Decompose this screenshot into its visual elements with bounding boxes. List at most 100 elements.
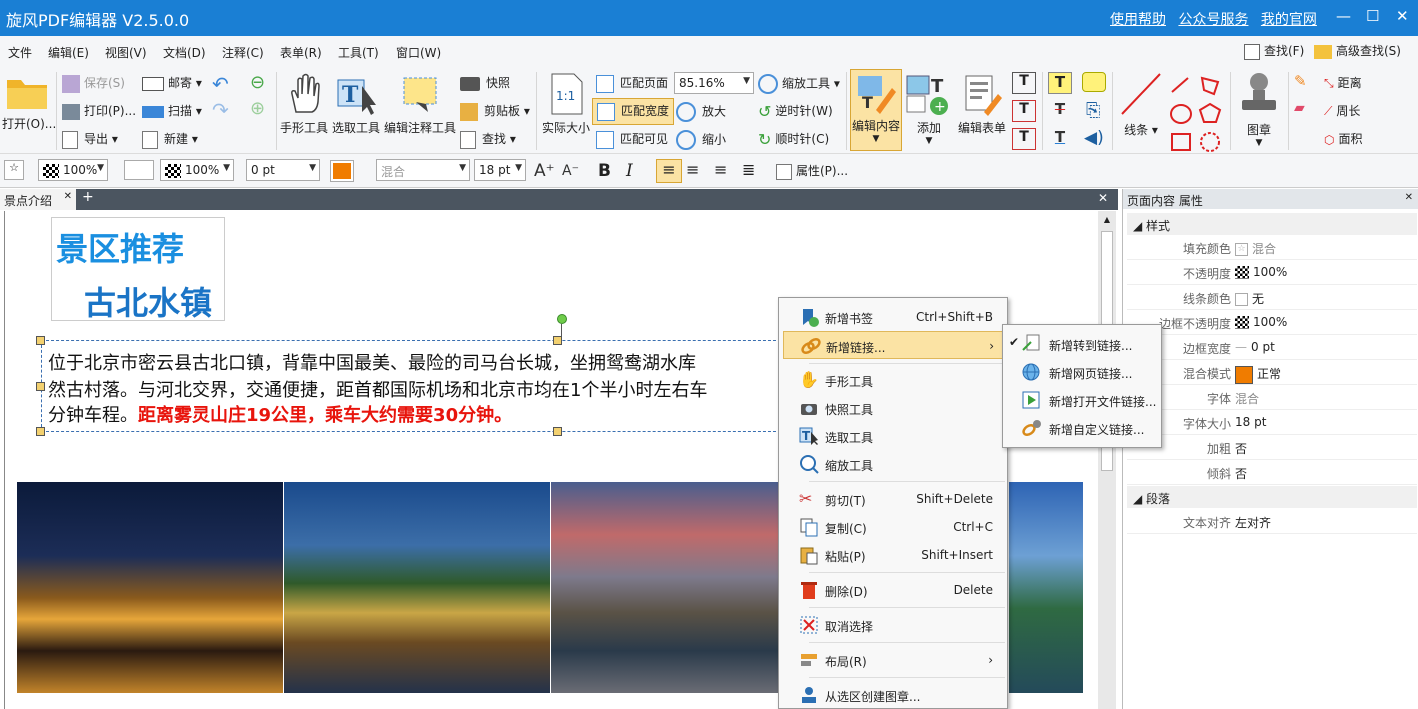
callout-tool[interactable]: T xyxy=(1012,128,1036,150)
redo-button[interactable]: ↷ xyxy=(212,98,229,122)
menu-edit[interactable]: 编辑(E) xyxy=(48,44,89,61)
lines-button[interactable]: 线条 ▾ xyxy=(1116,70,1166,138)
mail-button[interactable]: 邮寄 ▾ xyxy=(142,74,202,91)
prop-border-opacity[interactable]: 边框不透明度 100% xyxy=(1127,310,1417,335)
underline-tool[interactable]: T xyxy=(1048,128,1072,150)
prop-border-width[interactable]: 边框宽度 — 0 pt xyxy=(1127,335,1417,360)
fit-page-button[interactable]: 匹配页面 xyxy=(596,74,668,93)
line-color-picker[interactable] xyxy=(124,160,154,180)
attach-file-icon[interactable]: ⎘ xyxy=(1086,100,1100,121)
hand-tool-button[interactable]: 手形工具 xyxy=(278,72,330,136)
resize-handle[interactable] xyxy=(36,427,45,436)
fit-visible-button[interactable]: 匹配可见 xyxy=(596,130,668,149)
submenu-goto-link[interactable]: 新增转到链接... xyxy=(1003,330,1161,358)
annot-tool-button[interactable]: 编辑注释工具 xyxy=(384,72,456,136)
prop-font-size[interactable]: 字体大小 18 pt xyxy=(1127,410,1417,435)
note-icon[interactable] xyxy=(1082,72,1106,92)
star-icon[interactable]: ☆ xyxy=(4,160,24,180)
snapshot-button[interactable]: 快照 xyxy=(460,74,510,91)
distance-button[interactable]: ⤡ 距离 xyxy=(1324,74,1362,91)
menu-document[interactable]: 文档(D) xyxy=(163,44,206,61)
line-width-select[interactable]: 0 pt ▼ xyxy=(246,159,320,181)
close-document-icon[interactable]: ✕ xyxy=(1098,191,1108,205)
minimize-button[interactable]: — xyxy=(1336,7,1351,25)
menu-file[interactable]: 文件 xyxy=(8,44,32,61)
properties-button[interactable]: 属性(P)... xyxy=(776,162,848,180)
fill-opacity-select[interactable]: 100% ▼ xyxy=(38,159,108,181)
prop-fill-color[interactable]: 填充颜色 ☆ 混合 xyxy=(1127,235,1417,260)
resize-handle[interactable] xyxy=(553,427,562,436)
scan-button[interactable]: 扫描 ▾ xyxy=(142,102,202,119)
vertical-scrollbar[interactable]: ▲ xyxy=(1098,211,1116,709)
zoom-in-button[interactable]: 放大 xyxy=(676,102,726,122)
back-button[interactable]: ⊖ xyxy=(250,72,265,93)
find-button[interactable]: 查找(F) xyxy=(1244,42,1304,60)
help-link[interactable]: 使用帮助 xyxy=(1110,12,1166,28)
rotate-handle[interactable] xyxy=(557,314,567,324)
menu-item-cut[interactable]: ✂ 剪切(T) Shift+Delete xyxy=(779,485,1007,513)
print-button[interactable]: 打印(P)... xyxy=(62,102,136,120)
text-color-picker[interactable] xyxy=(330,160,354,182)
menu-item-layout[interactable]: 布局(R) › xyxy=(779,646,1007,674)
submenu-custom-link[interactable]: 新增自定义链接... xyxy=(1003,414,1161,442)
menu-view[interactable]: 视图(V) xyxy=(105,44,147,61)
arrow-icon[interactable] xyxy=(1171,77,1189,93)
menu-item-snapshot-tool[interactable]: 快照工具 xyxy=(779,394,1007,422)
prop-opacity[interactable]: 不透明度 100% xyxy=(1127,260,1417,285)
wechat-link[interactable]: 公众号服务 xyxy=(1178,12,1248,28)
align-right-icon[interactable]: ≡ xyxy=(714,160,727,179)
menu-item-create-stamp[interactable]: 从选区创建图章... xyxy=(779,681,1007,709)
menu-item-delete[interactable]: 删除(D) Delete xyxy=(779,576,1007,604)
zoom-out-button[interactable]: 缩小 xyxy=(676,130,726,150)
edit-content-button[interactable]: T 编辑内容 ▼ xyxy=(850,69,902,151)
polygon-icon[interactable] xyxy=(1198,102,1222,123)
align-center-icon[interactable]: ≡ xyxy=(686,160,699,179)
line-opacity-select[interactable]: 100% ▼ xyxy=(160,159,234,181)
close-icon[interactable]: ✕ xyxy=(64,191,72,202)
resize-handle[interactable] xyxy=(553,336,562,345)
menu-item-paste[interactable]: 粘贴(P) Shift+Insert xyxy=(779,541,1007,569)
polygon-line-icon[interactable] xyxy=(1200,76,1220,96)
zoom-select[interactable]: 85.16% ▼ xyxy=(674,72,754,94)
menu-item-select-tool[interactable]: T 选取工具 xyxy=(779,422,1007,450)
text-field-tool[interactable]: T xyxy=(1012,72,1036,94)
typewriter-tool[interactable]: T xyxy=(1048,72,1072,94)
tab-document[interactable]: 景点介绍 ✕ xyxy=(0,189,76,210)
menu-item-deselect[interactable]: 取消选择 xyxy=(779,611,1007,639)
prop-blend-mode[interactable]: 混合模式 正常 xyxy=(1127,360,1417,385)
text-block-selection[interactable]: 位于北京市密云县古北口镇，背靠中国最美、最险的司马台长城，坐拥鸳鸯湖水库 然古村… xyxy=(41,340,781,432)
area-button[interactable]: ⬡ 面积 xyxy=(1324,130,1363,147)
find-tool-button[interactable]: 查找 ▾ xyxy=(460,130,516,149)
menu-item-add-bookmark[interactable]: 新增书签 Ctrl+Shift+B xyxy=(779,303,1007,331)
prop-line-color[interactable]: 线条颜色 无 xyxy=(1127,285,1417,310)
close-icon[interactable]: ✕ xyxy=(1405,192,1413,203)
prop-font[interactable]: 字体 混合 xyxy=(1127,385,1417,410)
add-tab-icon[interactable]: + xyxy=(82,189,94,205)
select-tool-button[interactable]: T 选取工具 xyxy=(330,72,382,136)
prop-italic[interactable]: 倾斜否 xyxy=(1127,460,1417,485)
close-button[interactable]: ✕ xyxy=(1396,7,1409,25)
fit-width-button[interactable]: 匹配宽度 xyxy=(592,98,675,125)
save-button[interactable]: 保存(S) xyxy=(62,74,125,93)
export-button[interactable]: 导出 ▾ xyxy=(62,130,118,149)
prop-text-align[interactable]: 文本对齐 左对齐 xyxy=(1127,509,1417,534)
justify-icon[interactable]: ≣ xyxy=(742,160,755,179)
forward-button[interactable]: ⊕ xyxy=(250,98,265,119)
menu-window[interactable]: 窗口(W) xyxy=(396,44,441,61)
edit-form-button[interactable]: 编辑表单 xyxy=(956,72,1008,136)
bold-icon[interactable]: B xyxy=(598,161,611,181)
menu-tools[interactable]: 工具(T) xyxy=(338,44,379,61)
menu-item-copy[interactable]: 复制(C) Ctrl+C xyxy=(779,513,1007,541)
font-select[interactable]: 混合 ▼ xyxy=(376,159,470,181)
section-paragraph[interactable]: ◢ 段落 xyxy=(1127,486,1417,508)
clipboard-button[interactable]: 剪贴板 ▾ xyxy=(460,102,530,121)
text-box-tool[interactable]: T xyxy=(1012,100,1036,122)
strikeout-tool[interactable]: T xyxy=(1048,100,1072,122)
undo-button[interactable]: ↶ xyxy=(212,72,229,96)
rotate-cw-button[interactable]: ↻ 顺时针(C) xyxy=(758,130,829,149)
actual-size-button[interactable]: 1:1 实际大小 xyxy=(538,72,594,136)
menu-item-add-link[interactable]: 新增链接... › xyxy=(783,331,1003,359)
advanced-find-button[interactable]: 高级查找(S) xyxy=(1314,42,1401,59)
menu-comment[interactable]: 注释(C) xyxy=(222,44,264,61)
zoom-tool-button[interactable]: 缩放工具 ▾ xyxy=(758,74,840,94)
